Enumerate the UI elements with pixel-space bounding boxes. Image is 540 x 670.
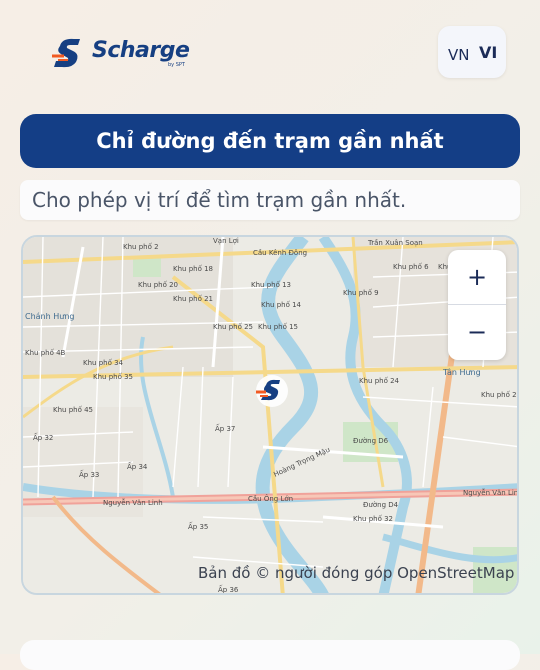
map-label: Khu phố 32 bbox=[353, 515, 393, 523]
zoom-in-button[interactable]: + bbox=[448, 250, 506, 304]
map-label: Khu phố 20 bbox=[138, 281, 178, 289]
map-label: Đường D6 bbox=[353, 437, 389, 445]
map-label: Khu phố 9 bbox=[343, 289, 379, 297]
map-label: Khu phố 21 bbox=[173, 295, 213, 303]
map-attribution[interactable]: Bản đồ © người đóng góp OpenStreetMap bbox=[198, 564, 514, 582]
map-label: Khu phố 13 bbox=[251, 281, 291, 289]
map-label: Khu phố 34 bbox=[83, 359, 124, 367]
map-label: Khu phố 45 bbox=[53, 406, 93, 414]
map-zoom-control[interactable]: + − bbox=[448, 250, 506, 360]
map-label: Nguyễn Văn Linh bbox=[463, 488, 519, 497]
map-label: Chánh Hưng bbox=[25, 312, 74, 321]
map-label: Khu phố 29 bbox=[481, 391, 519, 399]
zoom-out-button[interactable]: − bbox=[448, 305, 506, 359]
location-permission-notice: Cho phép vị trí để tìm trạm gần nhất. bbox=[20, 180, 520, 220]
map-label: Tân Hưng bbox=[442, 368, 481, 377]
map-label: Ấp 36 bbox=[218, 584, 239, 594]
map-label: Khu phố 15 bbox=[258, 323, 298, 331]
lang-vn-label[interactable]: VN bbox=[448, 46, 469, 64]
map-label: Khu phố 25 bbox=[213, 323, 253, 331]
scharge-logo-icon bbox=[52, 38, 80, 68]
map-label: Ấp 37 bbox=[215, 423, 235, 433]
map-label: Ấp 34 bbox=[127, 461, 148, 471]
map-label: Trần Xuân Soạn bbox=[367, 239, 423, 247]
station-marker-icon[interactable] bbox=[246, 373, 294, 409]
location-permission-text: Cho phép vị trí để tìm trạm gần nhất. bbox=[32, 188, 407, 212]
directions-nearest-station-button[interactable]: Chỉ đường đến trạm gần nhất bbox=[20, 114, 520, 168]
language-switcher[interactable]: VN VI bbox=[438, 26, 506, 78]
map-label: Vạn Lợi bbox=[213, 237, 239, 245]
map-label: Nguyễn Văn Linh bbox=[103, 498, 163, 507]
map-view[interactable]: Khu phố 2 Vạn Lợi Cầu Kênh Đông Trần Xuâ… bbox=[21, 235, 519, 595]
map-label: Khu phố 4B bbox=[25, 349, 66, 357]
map-label: Cầu Kênh Đông bbox=[253, 249, 307, 257]
scharge-logo[interactable]: Scharge by SPT bbox=[50, 36, 190, 72]
map-label: Ấp 33 bbox=[79, 469, 99, 479]
map-labels: Khu phố 2 Vạn Lợi Cầu Kênh Đông Trần Xuâ… bbox=[25, 237, 519, 594]
map-label: Hoàng Trọng Mậu bbox=[272, 446, 331, 479]
station-list-card bbox=[20, 640, 520, 670]
map-label: Cầu Ông Lớn bbox=[248, 494, 293, 503]
map-label: Khu phố 2 bbox=[123, 243, 159, 251]
map-label: Khu phố 24 bbox=[359, 377, 400, 385]
lang-vi-label[interactable]: VI bbox=[479, 43, 497, 62]
map-label: Khu phố 35 bbox=[93, 373, 133, 381]
map-label: Ấp 35 bbox=[188, 521, 208, 531]
logo-text: Scharge bbox=[92, 38, 190, 63]
map-label: Ấp 32 bbox=[33, 432, 53, 442]
map-label: Khu phố 6 bbox=[393, 263, 429, 271]
map-label: Khu phố 14 bbox=[261, 301, 302, 309]
map-label: Đường D4 bbox=[363, 501, 399, 509]
logo-subtext: by SPT bbox=[168, 62, 185, 68]
map-label: Khu phố 18 bbox=[173, 265, 213, 273]
